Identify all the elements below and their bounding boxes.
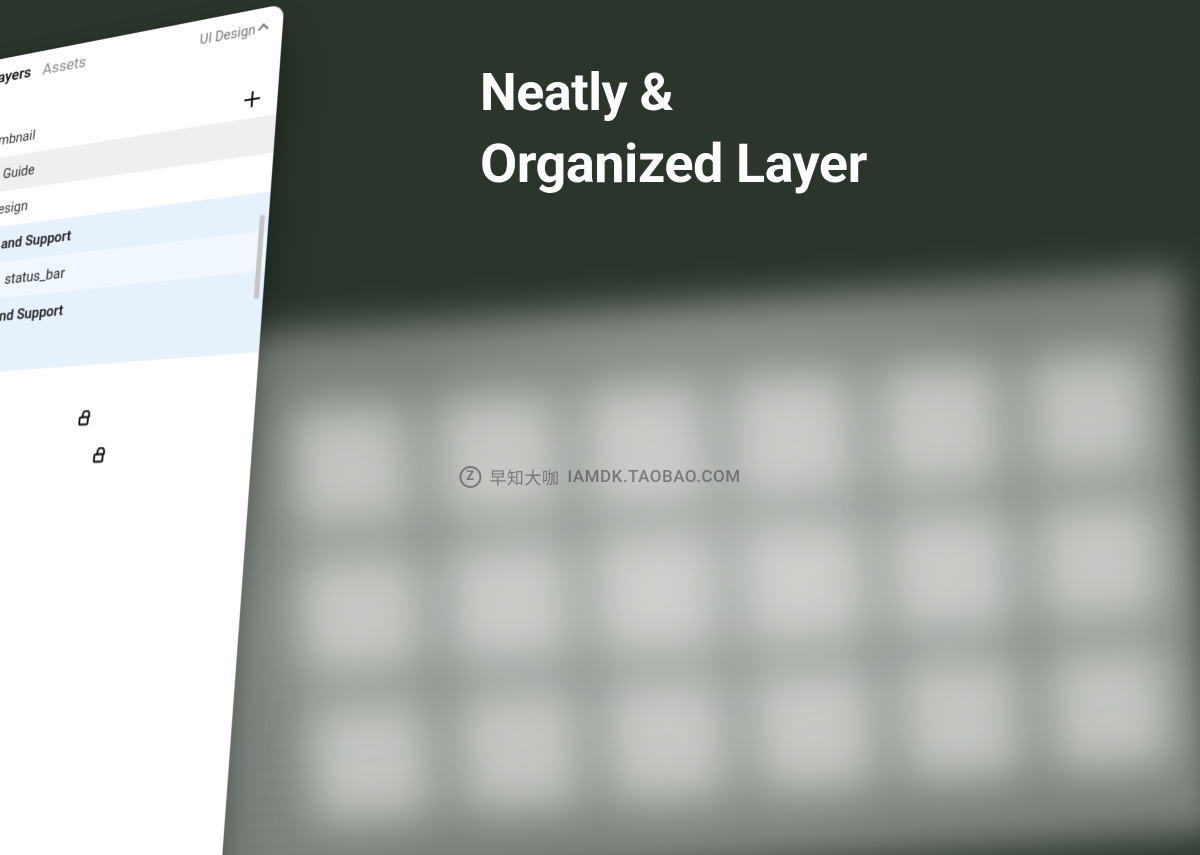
page-item-label: Style Guide [0,161,36,187]
layer-label: Content [0,442,238,474]
page-item-label: Thumbnail [0,126,36,152]
page-selector[interactable]: UI Design [199,20,268,48]
headline-line-1: Neatly & [480,60,867,125]
chevron-up-icon [258,23,269,34]
layer-label: 00003187 [0,563,229,584]
page-selector-label: UI Design [199,23,256,49]
headline-line-2: Organized Layer [480,131,867,199]
layer-row-group-id[interactable]: 00003187 [0,553,244,595]
lock-icon[interactable] [93,453,104,463]
headline: Neatly & Organized Layer [480,60,867,199]
tab-assets[interactable]: Assets [42,53,88,79]
add-page-icon[interactable] [244,90,261,108]
layers-panel: Layers Assets UI Design Pages Thumbnail [0,4,284,855]
tab-layers[interactable]: Layers [0,63,32,88]
lock-icon[interactable] [78,416,89,426]
blurred-thumbnails [287,351,1174,825]
page-item-label: UI Design [0,197,29,221]
